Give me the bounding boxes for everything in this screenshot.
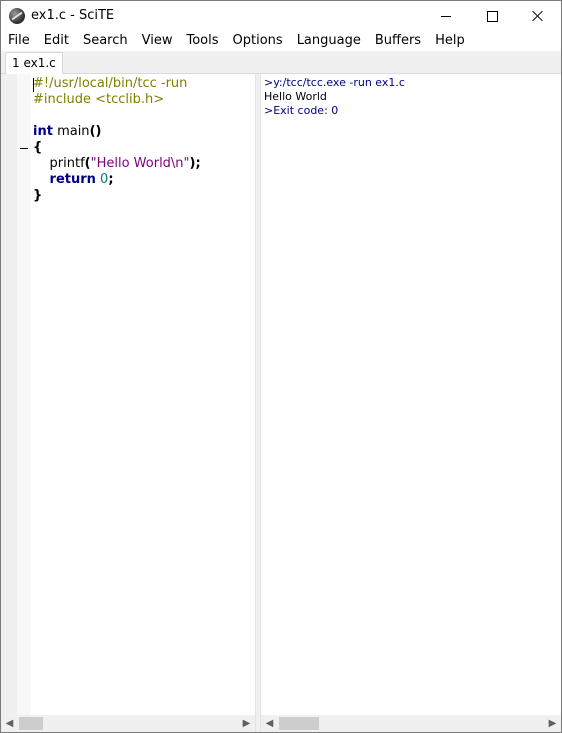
line-number-margin[interactable] xyxy=(1,74,17,715)
menu-options[interactable]: Options xyxy=(226,31,290,51)
menu-edit[interactable]: Edit xyxy=(37,31,76,51)
scroll-thumb[interactable] xyxy=(279,717,319,730)
menu-tools[interactable]: Tools xyxy=(179,31,225,51)
minimize-button[interactable] xyxy=(423,1,469,31)
output-text: >y:/tcc/tcc.exe -run ex1.c Hello World >Ex… xyxy=(264,76,405,118)
close-button[interactable] xyxy=(515,1,561,31)
output-pane[interactable]: >y:/tcc/tcc.exe -run ex1.c Hello World >Ex… xyxy=(261,74,561,715)
code-token: #!/usr/local/bin/tcc -run xyxy=(33,76,188,91)
menu-view[interactable]: View xyxy=(135,31,180,51)
code-token: main xyxy=(52,124,90,139)
menu-help[interactable]: Help xyxy=(428,31,472,51)
code-line[interactable]: { xyxy=(33,140,201,156)
output-horizontal-scrollbar[interactable]: ◀ ▶ xyxy=(261,715,561,732)
code-line[interactable]: #!/usr/local/bin/tcc -run xyxy=(33,76,201,92)
code-line[interactable] xyxy=(33,108,201,124)
fold-marker-icon[interactable] xyxy=(20,148,28,149)
buffer-tab-bar: 1 ex1.c xyxy=(1,51,561,74)
code-token: "Hello World\n" xyxy=(90,156,190,171)
code-line[interactable]: } xyxy=(33,188,201,204)
menu-file[interactable]: File xyxy=(1,31,37,51)
code-line[interactable]: #include <tcclib.h> xyxy=(33,92,201,108)
code-line[interactable]: return 0; xyxy=(33,172,201,188)
title-bar: ex1.c - SciTE xyxy=(1,1,561,31)
code-token: int xyxy=(33,124,53,139)
menu-search[interactable]: Search xyxy=(76,31,135,51)
code-line[interactable]: printf("Hello World\n"); xyxy=(33,156,201,172)
editor-pane[interactable]: #!/usr/local/bin/tcc -run #include <tccli… xyxy=(1,74,255,715)
editor-horizontal-scrollbar[interactable]: ◀ ▶ xyxy=(1,715,255,732)
code-token: } xyxy=(33,188,43,203)
menu-bar: File Edit Search View Tools Options Lang… xyxy=(1,31,561,51)
scite-app-icon[interactable] xyxy=(9,8,25,24)
source-code[interactable]: #!/usr/local/bin/tcc -run #include <tccli… xyxy=(33,76,201,204)
code-token: ); xyxy=(189,156,201,171)
tab-ex1-c[interactable]: 1 ex1.c xyxy=(5,52,63,74)
code-token: ; xyxy=(108,172,114,187)
scroll-right-icon[interactable]: ▶ xyxy=(544,715,561,732)
scroll-thumb[interactable] xyxy=(19,717,43,730)
output-line: >y:/tcc/tcc.exe -run ex1.c xyxy=(264,76,405,89)
minimize-icon xyxy=(441,15,451,17)
scroll-left-icon[interactable]: ◀ xyxy=(1,715,18,732)
menu-language[interactable]: Language xyxy=(290,31,368,51)
scite-window: ex1.c - SciTE File Edit Search View Tool… xyxy=(0,0,562,733)
maximize-icon xyxy=(486,10,498,22)
window-title: ex1.c - SciTE xyxy=(31,8,115,23)
code-line[interactable]: int main() xyxy=(33,124,201,140)
output-line: Hello World xyxy=(264,90,327,103)
output-line: >Exit code: 0 xyxy=(264,104,339,117)
code-token: () xyxy=(89,124,102,139)
code-token: printf xyxy=(33,156,85,171)
scroll-right-icon[interactable]: ▶ xyxy=(238,715,255,732)
menu-buffers[interactable]: Buffers xyxy=(368,31,428,51)
code-token: #include <tcclib.h> xyxy=(33,92,165,107)
close-icon xyxy=(532,10,544,22)
fold-margin[interactable] xyxy=(17,74,31,715)
maximize-button[interactable] xyxy=(469,1,515,31)
code-token: return xyxy=(49,172,96,187)
scroll-left-icon[interactable]: ◀ xyxy=(261,715,278,732)
code-token: { xyxy=(33,140,43,155)
